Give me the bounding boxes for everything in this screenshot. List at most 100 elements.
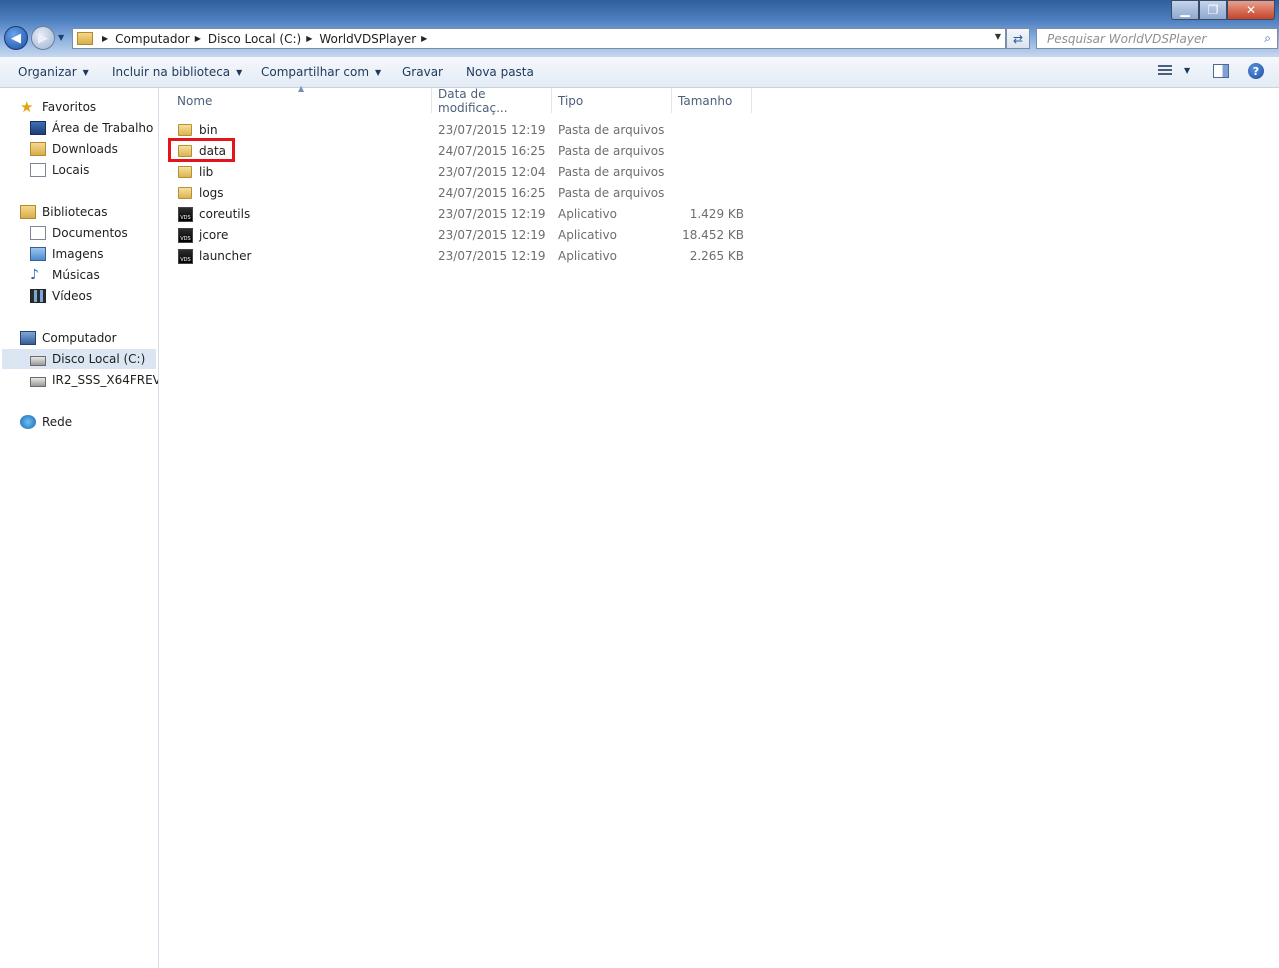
- column-header-size[interactable]: Tamanho: [672, 88, 752, 113]
- file-date: 23/07/2015 12:19: [438, 228, 546, 242]
- file-name: jcore: [199, 228, 229, 242]
- nav-label: Imagens: [52, 247, 104, 261]
- minimize-button[interactable]: ▁: [1171, 0, 1199, 20]
- folder-icon: [178, 124, 192, 136]
- nav-local-disk[interactable]: Disco Local (C:): [2, 349, 156, 369]
- file-row[interactable]: VDS launcher 23/07/2015 12:19 Aplicativo …: [168, 246, 768, 266]
- nav-documents[interactable]: Documentos: [30, 223, 128, 243]
- recent-places-icon: [30, 163, 46, 177]
- include-library-button[interactable]: Incluir na biblioteca ▼: [112, 65, 242, 79]
- star-icon: ★: [20, 98, 34, 116]
- nav-downloads[interactable]: Downloads: [30, 139, 118, 159]
- nav-computer[interactable]: Computador: [20, 328, 117, 348]
- chevron-right-icon: ▶: [194, 34, 201, 43]
- column-header-date[interactable]: Data de modificaç...: [432, 86, 552, 115]
- file-row[interactable]: VDS jcore 23/07/2015 12:19 Aplicativo 18.…: [168, 225, 768, 245]
- recent-pages-dropdown[interactable]: ▼: [58, 33, 64, 42]
- address-dropdown-button[interactable]: ▼: [995, 32, 1001, 41]
- downloads-folder-icon: [30, 142, 46, 156]
- nav-dvd-drive[interactable]: IR2_SSS_X64FREV_PT: [30, 370, 158, 390]
- file-type: Aplicativo: [558, 249, 617, 263]
- maximize-button[interactable]: ❐: [1199, 0, 1227, 20]
- forward-button[interactable]: ▶: [31, 26, 55, 50]
- breadcrumb-label: Disco Local (C:): [207, 31, 302, 46]
- nav-pictures[interactable]: Imagens: [30, 244, 103, 264]
- nav-network[interactable]: Rede: [20, 412, 72, 432]
- arrow-right-icon: ▶: [38, 30, 48, 46]
- nav-label: Downloads: [52, 142, 118, 156]
- preview-pane-icon[interactable]: [1213, 64, 1229, 78]
- file-row[interactable]: logs 24/07/2015 16:25 Pasta de arquivos: [168, 183, 768, 203]
- caret-down-icon: ▼: [375, 68, 382, 77]
- file-size: 2.265 KB: [689, 249, 744, 263]
- view-options-dropdown[interactable]: ▼: [1184, 66, 1190, 75]
- nav-libraries[interactable]: Bibliotecas: [20, 202, 107, 222]
- change-view-icon[interactable]: [1158, 65, 1172, 77]
- nav-label: Disco Local (C:): [52, 352, 146, 366]
- column-header-label: Tipo: [558, 93, 584, 108]
- burn-button[interactable]: Gravar: [402, 65, 443, 79]
- file-row[interactable]: bin 23/07/2015 12:19 Pasta de arquivos: [168, 120, 768, 140]
- nav-label: Bibliotecas: [42, 205, 108, 219]
- search-input[interactable]: [1045, 30, 1259, 47]
- window-titlebar: ▁ ❐ ✕ ◀ ▶ ▼ ▶ Computador ▶ Disco Local (…: [0, 0, 1279, 57]
- nav-label: Vídeos: [52, 289, 93, 303]
- breadcrumb-label: Computador: [115, 31, 190, 46]
- file-size: [678, 141, 744, 161]
- hard-drive-icon: [30, 355, 46, 366]
- back-button[interactable]: ◀: [4, 26, 28, 50]
- breadcrumb-worldvdsplayer[interactable]: WorldVDSPlayer ▶: [319, 32, 434, 46]
- documents-icon: [30, 226, 46, 240]
- nav-music[interactable]: ♪ Músicas: [30, 265, 100, 285]
- close-button[interactable]: ✕: [1227, 0, 1275, 20]
- new-folder-button[interactable]: Nova pasta: [466, 65, 534, 79]
- file-date: 23/07/2015 12:19: [438, 207, 546, 221]
- file-name-cell: VDS coreutils: [178, 204, 250, 224]
- file-row[interactable]: lib 23/07/2015 12:04 Pasta de arquivos: [168, 162, 768, 182]
- nav-videos[interactable]: Vídeos: [30, 286, 92, 306]
- caret-down-icon: ▼: [82, 68, 89, 77]
- column-header-type[interactable]: Tipo: [552, 88, 672, 113]
- computer-icon: [20, 331, 36, 345]
- network-icon: [20, 415, 36, 429]
- column-header-label: Nome: [177, 93, 213, 108]
- file-date: 23/07/2015 12:04: [438, 165, 546, 179]
- nav-label: Locais: [52, 163, 90, 177]
- nav-label: Músicas: [52, 268, 100, 282]
- file-row[interactable]: VDS coreutils 23/07/2015 12:19 Aplicativo…: [168, 204, 768, 224]
- nav-label: Rede: [42, 415, 73, 429]
- file-name-cell: lib: [178, 162, 213, 182]
- column-header-label: Tamanho: [678, 93, 733, 108]
- file-row[interactable]: data 24/07/2015 16:25 Pasta de arquivos: [168, 141, 768, 161]
- organize-label: Organizar: [18, 65, 77, 79]
- file-size: 18.452 KB: [682, 228, 744, 242]
- file-name-cell: bin: [178, 120, 218, 140]
- breadcrumb-label: WorldVDSPlayer: [319, 31, 417, 46]
- nav-label: Área de Trabalho: [52, 121, 154, 135]
- nav-recent[interactable]: Locais: [30, 160, 89, 180]
- search-box[interactable]: ⌕: [1036, 28, 1278, 49]
- search-icon[interactable]: ⌕: [1264, 31, 1271, 46]
- breadcrumb-local-disk[interactable]: Disco Local (C:) ▶: [208, 32, 319, 46]
- nav-label: Favoritos: [42, 100, 97, 114]
- pictures-icon: [30, 247, 46, 261]
- breadcrumb-root[interactable]: ▶: [97, 34, 115, 43]
- folder-icon: [77, 32, 93, 45]
- column-header-label: Data de modificaç...: [438, 86, 508, 115]
- file-date: 24/07/2015 16:25: [438, 144, 546, 158]
- breadcrumb-computer[interactable]: Computador ▶: [115, 32, 208, 46]
- refresh-icon: ⇄: [1012, 31, 1024, 46]
- share-with-button[interactable]: Compartilhar com ▼: [261, 65, 381, 79]
- organize-button[interactable]: Organizar ▼: [18, 65, 89, 79]
- window-controls: ▁ ❐ ✕: [1171, 0, 1275, 20]
- file-date: 24/07/2015 16:25: [438, 186, 546, 200]
- help-icon[interactable]: ?: [1248, 63, 1264, 79]
- arrow-left-icon: ◀: [11, 30, 21, 46]
- address-bar[interactable]: ▶ Computador ▶ Disco Local (C:) ▶ WorldV…: [72, 28, 1006, 49]
- nav-favorites[interactable]: ★ Favoritos: [20, 97, 96, 117]
- libraries-icon: [20, 205, 36, 219]
- file-type: Pasta de arquivos: [558, 186, 665, 200]
- file-name: logs: [199, 186, 224, 200]
- nav-desktop[interactable]: Área de Trabalho: [30, 118, 153, 138]
- refresh-button[interactable]: ⇄: [1006, 28, 1030, 49]
